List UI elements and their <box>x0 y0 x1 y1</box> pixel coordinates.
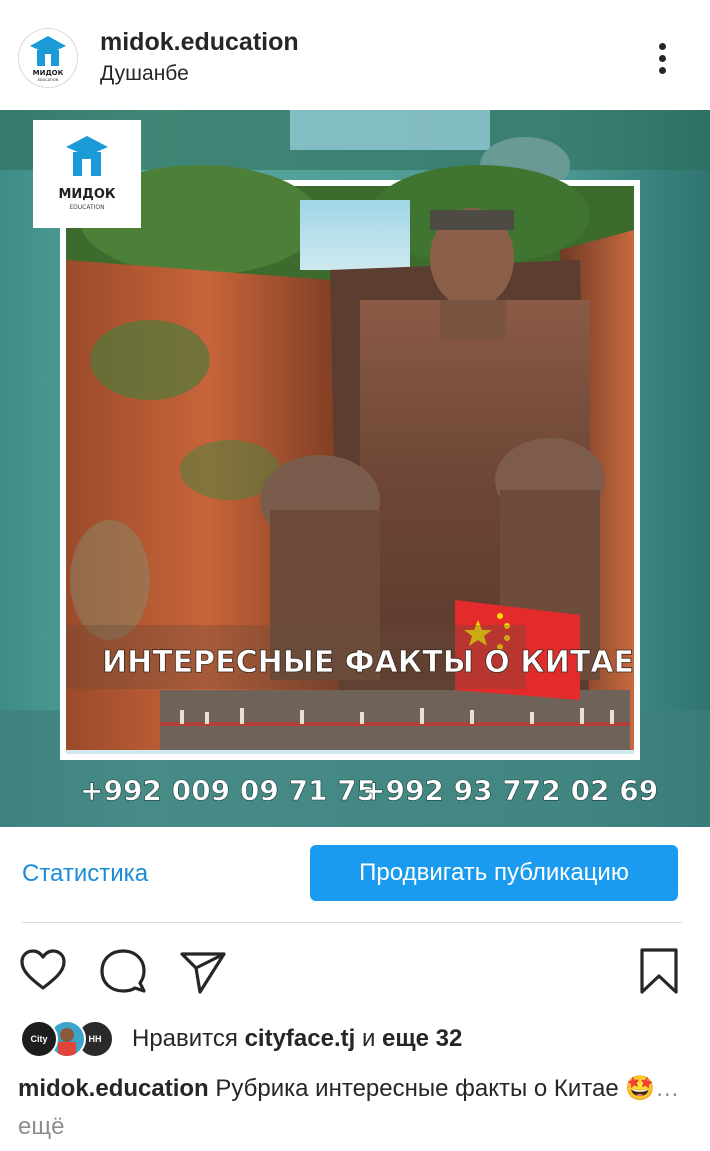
dot-icon <box>658 66 666 74</box>
liker-avatar: City <box>20 1020 58 1058</box>
avatar-logo-sub: EDUCATION <box>38 78 59 82</box>
likes-summary[interactable]: City НН Нравится cityface.tj и еще 32 <box>0 1018 710 1062</box>
liker-avatar-label: НН <box>88 1034 102 1044</box>
liked-by-user[interactable]: cityface.tj <box>245 1025 356 1052</box>
post-location[interactable]: Душанбе <box>100 62 189 86</box>
insights-row: Статистика Продвигать публикацию <box>0 838 710 908</box>
post-logo-sub: EDUCATION <box>69 204 104 211</box>
post-username[interactable]: midok.education <box>100 28 299 57</box>
divider <box>22 922 682 923</box>
dot-icon <box>658 54 666 62</box>
post-actions <box>0 940 710 1000</box>
dot-icon <box>658 42 666 50</box>
more-options-button[interactable] <box>640 36 684 80</box>
caption-username[interactable]: midok.education <box>18 1075 209 1102</box>
liker-avatar-label: City <box>30 1034 48 1044</box>
post-header: МИДОК EDUCATION midok.education Душанбе <box>0 0 710 110</box>
post-logo-text: МИДОК <box>58 187 115 202</box>
likes-conjunction: и <box>361 1025 376 1052</box>
likes-prefix: Нравится <box>132 1025 238 1052</box>
likes-text: Нравится cityface.tj и еще 32 <box>132 1025 462 1053</box>
share-icon[interactable] <box>178 946 228 996</box>
post-image[interactable]: ИНТЕРЕСНЫЕ ФАКТЫ О КИТАЕ МИДОК EDUCATION… <box>0 110 710 827</box>
caption-text: Рубрика интересные факты о Китае <box>215 1075 619 1102</box>
buddha-photo: ИНТЕРЕСНЫЕ ФАКТЫ О КИТАЕ МИДОК EDUCATION… <box>0 110 710 827</box>
midok-logo-icon: МИДОК EDUCATION <box>30 36 66 82</box>
avatar-logo-text: МИДОК <box>33 69 64 77</box>
avatar[interactable]: МИДОК EDUCATION <box>18 28 78 88</box>
post-caption: midok.education Рубрика интересные факты… <box>18 1070 690 1146</box>
promote-post-button[interactable]: Продвигать публикацию <box>310 845 678 901</box>
heart-icon[interactable] <box>18 946 68 996</box>
phone-number-1: +992 009 09 71 75 <box>80 774 376 807</box>
likes-others-count[interactable]: еще 32 <box>382 1025 462 1052</box>
statistics-link[interactable]: Статистика <box>22 860 148 888</box>
star-struck-emoji-icon: 🤩 <box>625 1075 656 1102</box>
comment-icon[interactable] <box>98 946 148 996</box>
phone-number-2: +992 93 772 02 69 <box>362 774 658 807</box>
bookmark-icon[interactable] <box>634 946 684 996</box>
post-headline: ИНТЕРЕСНЫЕ ФАКТЫ О КИТАЕ <box>102 645 634 680</box>
